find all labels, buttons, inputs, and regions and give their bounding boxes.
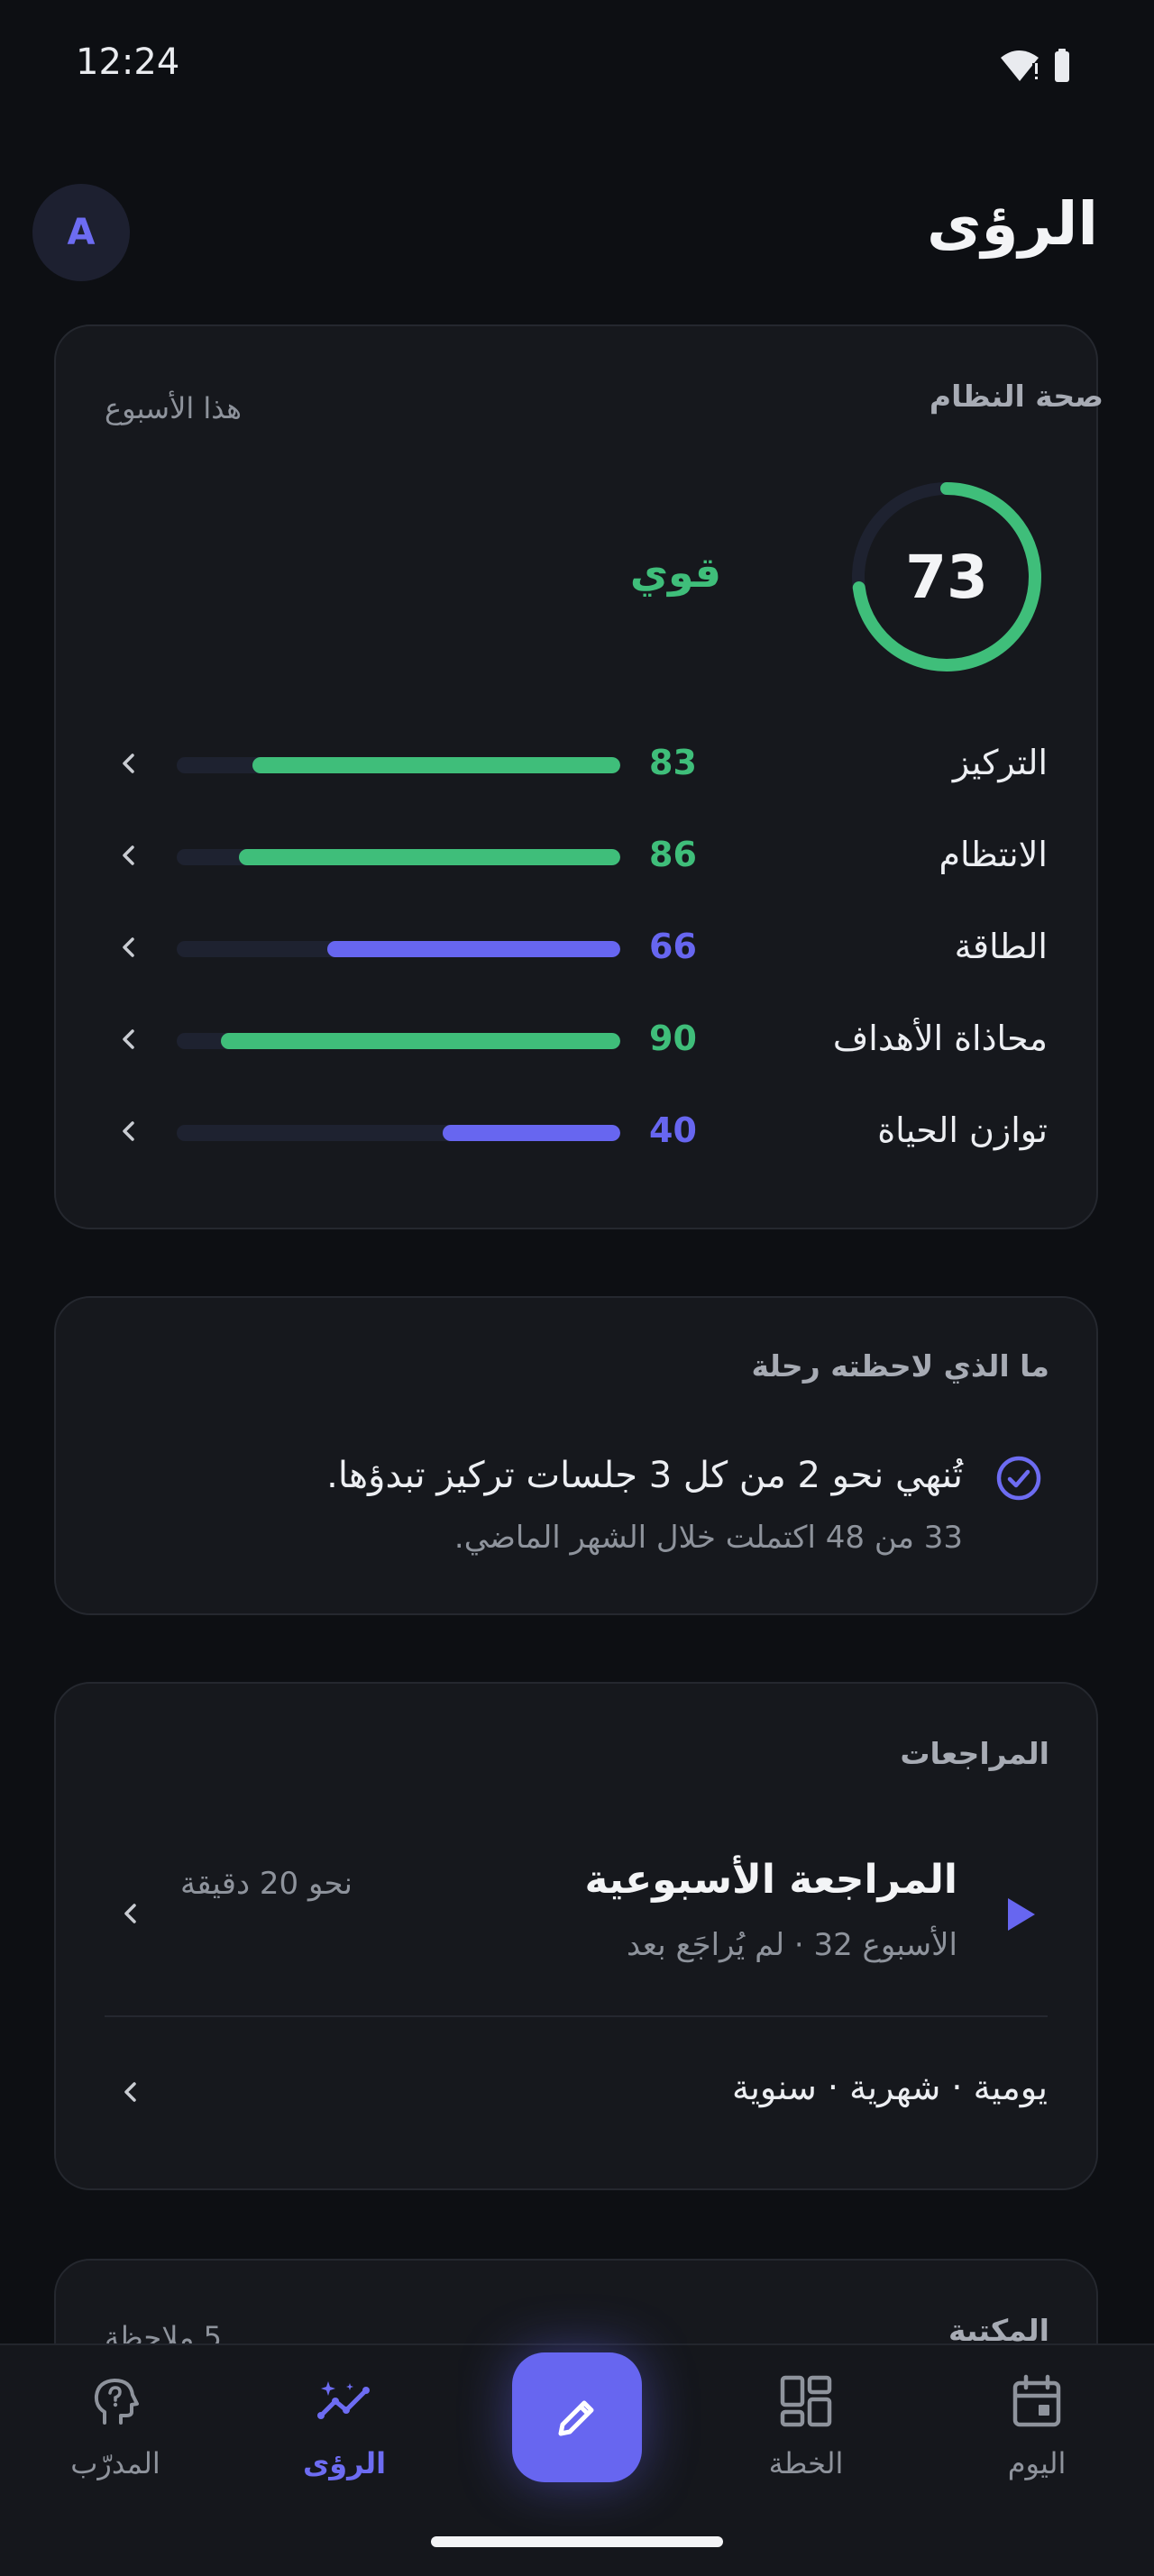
metric-value: 66 [649, 927, 697, 966]
nav-today[interactable]: اليوم [965, 2365, 1109, 2491]
metric-label: التركيز [952, 743, 1048, 782]
chevron-left-icon[interactable] [117, 1900, 144, 1927]
metric-row-focus[interactable]: التركيز 83 [108, 737, 1048, 791]
dashboard-icon [780, 2375, 832, 2427]
play-icon [1008, 1898, 1035, 1931]
home-indicator [431, 2536, 723, 2547]
system-health-period: هذا الأسبوع [105, 391, 242, 425]
insight-text: تُنهي نحو 2 من كل 3 جلسات تركيز تبدؤها. [326, 1455, 963, 1496]
nav-plan[interactable]: الخطة [734, 2365, 878, 2491]
nav-coach-label: المدرّب [70, 2446, 160, 2480]
chevron-left-icon [123, 845, 134, 865]
insight-detail: 33 من 48 اكتملت خلال الشهر الماضي. [453, 1520, 963, 1556]
metric-bar [177, 941, 620, 957]
insights-icon [317, 2381, 370, 2419]
weekly-review-duration: نحو 20 دقيقة [180, 1866, 353, 1902]
metric-value: 86 [649, 835, 697, 874]
check-circle-icon [996, 1456, 1041, 1501]
noticed-title: ما الذي لاحظته رحلة [751, 1348, 1049, 1384]
metric-label: الطاقة [954, 927, 1048, 966]
nav-plan-label: الخطة [768, 2446, 844, 2480]
metric-label: الانتظام [939, 835, 1048, 874]
status-icons [999, 47, 1080, 87]
metric-label: محاذاة الأهداف [832, 1019, 1048, 1058]
metric-bar [177, 1033, 620, 1049]
divider [105, 2015, 1048, 2017]
metric-row-goal-alignment[interactable]: محاذاة الأهداف 90 [108, 1013, 1048, 1067]
avatar[interactable]: A [32, 184, 130, 281]
nav-coach[interactable]: المدرّب [43, 2365, 188, 2491]
health-status: قوي [629, 548, 721, 597]
head-question-icon [94, 2379, 139, 2425]
page-title: الرؤى [927, 189, 1098, 259]
pencil-icon [558, 2400, 594, 2436]
weekly-review-subtitle: الأسبوع 32 · لم يُراجَع بعد [626, 1927, 957, 1963]
chevron-left-icon[interactable] [117, 2078, 144, 2106]
metric-bar [177, 849, 620, 865]
chevron-left-icon [123, 754, 134, 773]
chevron-left-icon [123, 1029, 134, 1049]
metric-value: 40 [649, 1110, 697, 1150]
battery-icon [1055, 49, 1069, 82]
weekly-review-title[interactable]: المراجعة الأسبوعية [585, 1857, 957, 1903]
wifi-icon [1001, 49, 1069, 82]
chevron-left-icon [123, 1121, 134, 1141]
metric-value: 83 [649, 743, 697, 782]
reviews-title: المراجعات [900, 1736, 1049, 1771]
nav-today-label: اليوم [1007, 2446, 1067, 2480]
chevron-left-icon [123, 937, 134, 957]
status-time: 12:24 [76, 41, 180, 83]
nav-insights-label: الرؤى [302, 2446, 387, 2480]
new-entry-button[interactable] [512, 2352, 642, 2482]
metric-bar [177, 757, 620, 773]
metric-row-energy[interactable]: الطاقة 66 [108, 921, 1048, 975]
calendar-icon [1012, 2374, 1061, 2427]
metric-row-consistency[interactable]: الانتظام 86 [108, 829, 1048, 883]
health-score: 73 [905, 542, 988, 612]
metric-bar [177, 1125, 620, 1141]
system-health-title: صحة النظام [929, 379, 1104, 414]
review-types-link[interactable]: يومية · شهرية · سنوية [732, 2068, 1048, 2107]
metric-row-life-balance[interactable]: توازن الحياة 40 [108, 1105, 1048, 1159]
nav-insights[interactable]: الرؤى [272, 2365, 417, 2491]
metric-label: توازن الحياة [877, 1110, 1048, 1150]
metric-value: 90 [649, 1019, 697, 1058]
